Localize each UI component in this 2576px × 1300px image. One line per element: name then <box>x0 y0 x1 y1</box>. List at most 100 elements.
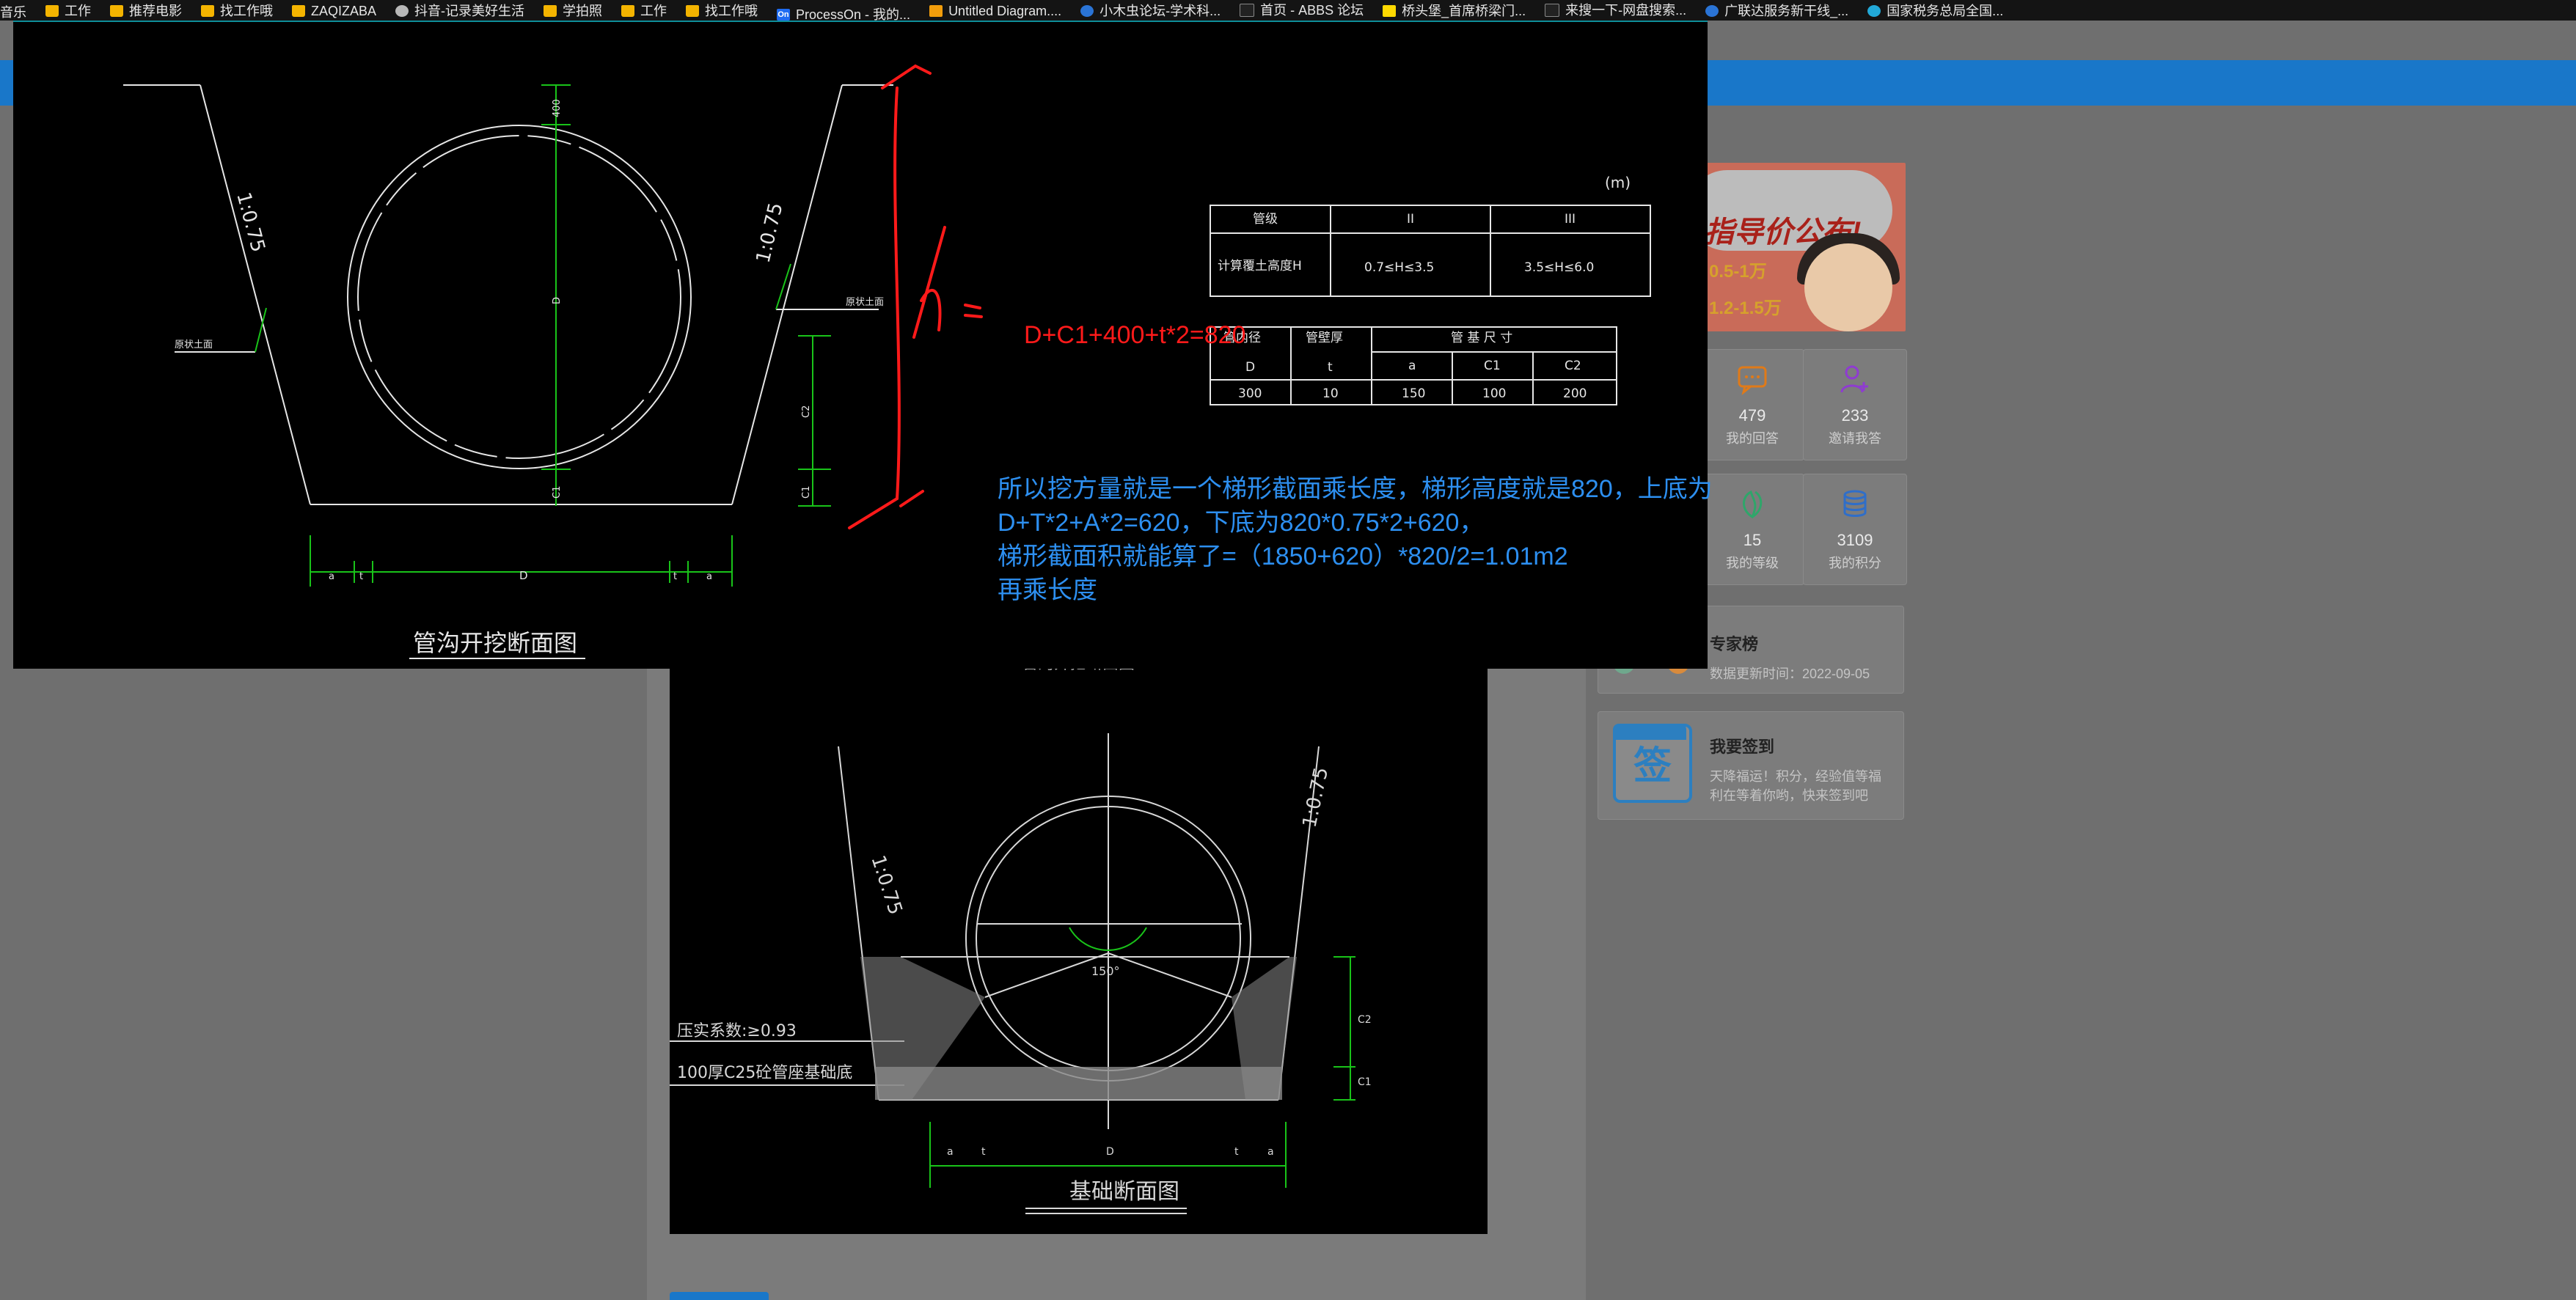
bookmark-label: 抖音-记录美好生活 <box>414 4 525 18</box>
dim-t-right: t <box>673 571 677 582</box>
bookmarks-bar: 音乐 工作 推荐电影 找工作哦 ZAQIZABA 抖音-记录美好生活 学拍照 工作 找工作哦 On… <box>0 0 2576 21</box>
bookmark-item[interactable]: 来搜一下-网盘搜索... <box>1545 0 1686 21</box>
foundation-section-drawing: 基础断面图 管沟开挖断面图 1:0.75 1:0.75 150° 压实系数:≥0… <box>670 655 1488 1240</box>
banner-line-3: 1.2-1.5万 <box>1709 298 1782 318</box>
bookmark-item[interactable]: On ProcessOn - 我的... <box>777 4 910 21</box>
bookmark-label: 小木虫论坛-学术科... <box>1099 4 1221 18</box>
blue-site-icon <box>1080 5 1094 17</box>
cyan-site-icon <box>1867 5 1881 17</box>
bookmark-item[interactable]: 小木虫论坛-学术科... <box>1080 1 1221 21</box>
bookmark-label: 工作 <box>640 4 667 18</box>
unit-note: (m) <box>1605 174 1631 191</box>
bookmark-item[interactable]: ZAQIZABA <box>292 1 376 21</box>
lower-note-compaction: 压实系数:≥0.93 <box>677 1022 797 1040</box>
stat-label: 我的回答 <box>1726 431 1779 446</box>
warn-site-icon <box>929 5 943 17</box>
bookmark-item[interactable]: 首页 - ABBS 论坛 <box>1240 0 1364 21</box>
annotated-drawing-overlay: 1:0.75 1:0.75 原状土面 原状土面 400 D C1 C2 C1 a… <box>13 21 1713 669</box>
bookmark-item[interactable]: 工作 <box>621 1 667 21</box>
checkin-desc-2: 利在等着你哟，快来签到吧 <box>1710 788 1868 803</box>
lower-dim-a-right: a <box>1267 1146 1274 1158</box>
dim-c2-right: C2 <box>801 405 812 418</box>
table1-r0: 计算覆土高度H <box>1218 259 1302 273</box>
dim-a-right: a <box>706 571 712 582</box>
dark-site-icon <box>1240 4 1255 17</box>
bookmark-item[interactable]: 找工作哦 <box>686 1 758 21</box>
stat-value: 15 <box>1743 531 1762 549</box>
lower-dim-t-left: t <box>981 1146 986 1158</box>
foundation-drawing-svg: 基础断面图 管沟开挖断面图 1:0.75 1:0.75 150° 压实系数:≥0… <box>670 655 1372 1240</box>
checkin-desc-1: 天降福运！积分，经验值等福 <box>1710 769 1881 784</box>
checkin-title: 我要签到 <box>1710 738 1775 756</box>
bookmark-label: 推荐电影 <box>129 4 182 18</box>
bookmark-item[interactable]: Untitled Diagram.... <box>929 1 1061 21</box>
table2-v-c2: 200 <box>1563 386 1587 401</box>
table2-sub-c1: C1 <box>1484 359 1501 373</box>
stat-invited-to-answer[interactable]: 233 邀请我答 <box>1803 349 1907 460</box>
bookmark-item[interactable]: 桥头堡_首席桥梁门... <box>1383 1 1526 21</box>
dim-t-left: t <box>359 571 363 582</box>
table1-r1: 0.7≤H≤3.5 <box>1364 260 1434 275</box>
blue-calculation-note: 所以挖方量就是一个梯形截面乘长度，梯形高度就是820，上底为 D+T*2+A*2… <box>998 472 1713 607</box>
table2-sub-t: t <box>1328 360 1333 375</box>
leaf-icon <box>1743 490 1763 519</box>
lower-dim-t-right: t <box>1234 1146 1239 1158</box>
promo-banner[interactable]: 指导价公布! 0.5-1万 1.2-1.5万 <box>1694 163 1906 331</box>
table1-h0: 管级 <box>1253 212 1278 227</box>
bookmark-label: 国家税务总局全国... <box>1887 4 2004 18</box>
note-line-2: D+T*2+A*2=620，下底为820*0.75*2+620， <box>998 509 1485 537</box>
folder-icon <box>45 5 59 17</box>
note-line-3: 梯形截面积就能算了=（1850+620）*820/2=1.01m2 <box>998 543 1568 570</box>
lower-dim-c1: C1 <box>1358 1076 1372 1088</box>
bookmark-item[interactable]: 学拍照 <box>544 1 602 21</box>
note-line-1: 所以挖方量就是一个梯形截面乘长度，梯形高度就是820，上底为 <box>998 475 1713 503</box>
stat-my-answers[interactable]: 479 我的回答 <box>1700 349 1804 460</box>
bookmark-item[interactable]: 推荐电影 <box>110 1 182 21</box>
lower-slope-right: 1:0.75 <box>1299 765 1333 830</box>
stat-my-points[interactable]: 3109 我的积分 <box>1803 474 1907 585</box>
bookmark-item[interactable]: 广联达服务新干线_... <box>1705 1 1848 21</box>
bookmark-label: 找工作哦 <box>220 4 273 18</box>
table2-v-a: 150 <box>1402 386 1425 401</box>
ground-label-right: 原状土面 <box>846 297 884 308</box>
dim-a-left: a <box>329 571 334 582</box>
bookmark-item[interactable]: 工作 <box>45 1 91 21</box>
coins-icon <box>1843 490 1867 517</box>
bookmark-label: 首页 - ABBS 论坛 <box>1260 3 1364 18</box>
calendar-checkin-icon: 签 <box>1613 724 1692 803</box>
checkin-card[interactable]: 签 我要签到 天降福运！积分，经验值等福 利在等着你哟，快来签到吧 <box>1598 711 1904 820</box>
bookmark-item[interactable]: 抖音-记录美好生活 <box>395 1 524 21</box>
dim-top-400: 400 <box>552 99 563 117</box>
bookmark-item[interactable]: 国家税务总局全国... <box>1867 1 2003 21</box>
slope-right-label: 1:0.75 <box>753 201 788 265</box>
bookmark-label: 音乐 <box>0 5 26 20</box>
blue-site-icon <box>1705 5 1719 17</box>
bookmark-label: 学拍照 <box>563 4 603 18</box>
dim-d-label: D <box>552 297 563 304</box>
globe-site-icon <box>395 5 409 17</box>
bookmark-label: 找工作哦 <box>705 4 758 18</box>
yellow-site-icon <box>1383 5 1397 17</box>
bookmark-label: ProcessOn - 我的... <box>796 7 911 21</box>
bookmark-label: 工作 <box>65 4 91 18</box>
experts-title: 专家榜 <box>1710 635 1759 653</box>
stat-label: 邀请我答 <box>1829 431 1881 446</box>
bookmark-item[interactable]: 音乐 <box>0 2 26 21</box>
banner-line-2: 0.5-1万 <box>1709 262 1767 282</box>
note-line-4: 再乘长度 <box>998 576 1097 604</box>
table2-h-wall: 管壁厚 <box>1306 331 1343 345</box>
page-action-button[interactable] <box>670 1292 769 1300</box>
cartoon-figure <box>1804 243 1892 331</box>
dim-c1-right: C1 <box>801 486 812 499</box>
stat-value: 3109 <box>1837 531 1873 549</box>
ground-label-left: 原状土面 <box>175 339 213 350</box>
bookmark-label: ZAQIZABA <box>311 4 377 18</box>
table2-v-c1: 100 <box>1482 386 1506 401</box>
table1-r2: 3.5≤H≤6.0 <box>1524 260 1594 275</box>
dim-d-bottom: D <box>519 569 528 582</box>
bookmark-item[interactable]: 找工作哦 <box>201 1 273 21</box>
table2-sub-d: D <box>1245 360 1255 375</box>
lower-dim-a-left: a <box>947 1146 954 1158</box>
stat-my-level[interactable]: 15 我的等级 <box>1700 474 1804 585</box>
dark-site-icon <box>1545 4 1560 17</box>
